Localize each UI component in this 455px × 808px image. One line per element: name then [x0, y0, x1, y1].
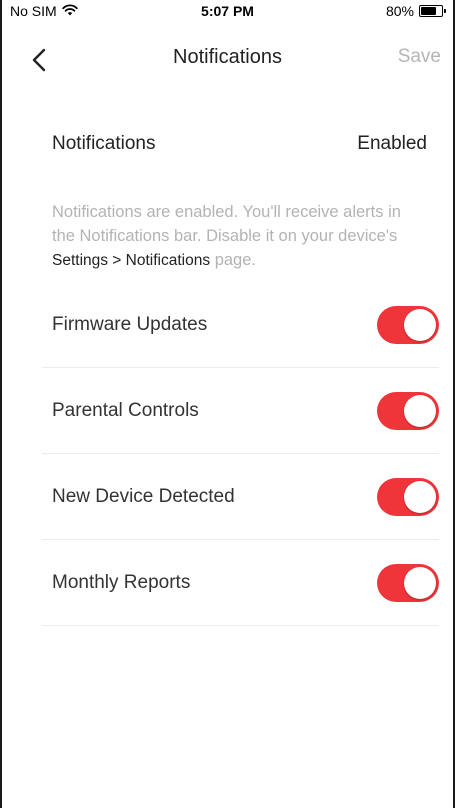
notifications-status-label: Notifications — [52, 133, 156, 154]
info-text-after: page. — [214, 251, 256, 269]
setting-row-new-device-detected: New Device Detected — [42, 454, 439, 540]
notifications-status-row: Notifications Enabled — [52, 128, 427, 160]
info-text-before: Notifications are enabled. You'll receiv… — [52, 203, 401, 245]
notifications-status-value: Enabled — [357, 133, 427, 154]
app-screen: No SIM 5:07 PM 80% Notifications Save No… — [0, 0, 455, 808]
battery-percent: 80% — [385, 3, 414, 19]
toggle-knob — [404, 394, 436, 427]
firmware-updates-toggle[interactable] — [377, 305, 439, 344]
setting-label: Monthly Reports — [52, 571, 191, 593]
parental-controls-toggle[interactable] — [377, 391, 439, 430]
setting-label: Parental Controls — [52, 399, 199, 421]
settings-path-text: Settings > Notifications — [52, 252, 211, 269]
status-bar: No SIM 5:07 PM 80% — [2, 0, 453, 22]
toggle-knob — [404, 308, 436, 341]
setting-row-firmware-updates: Firmware Updates — [42, 282, 439, 368]
toggle-knob — [404, 566, 436, 599]
setting-row-monthly-reports: Monthly Reports — [42, 540, 439, 626]
battery-icon — [419, 5, 446, 17]
setting-label: Firmware Updates — [52, 313, 208, 335]
new-device-detected-toggle[interactable] — [377, 477, 439, 516]
save-button[interactable]: Save — [398, 46, 441, 68]
battery-fill — [421, 7, 436, 15]
status-right: 80% — [385, 3, 446, 19]
setting-row-parental-controls: Parental Controls — [42, 368, 439, 454]
toggle-knob — [404, 480, 436, 513]
notifications-info-text: Notifications are enabled. You'll receiv… — [52, 200, 425, 273]
setting-label: New Device Detected — [52, 485, 235, 507]
page-title: Notifications — [173, 46, 282, 68]
monthly-reports-toggle[interactable] — [377, 563, 439, 602]
navigation-bar: Notifications Save — [2, 38, 453, 82]
